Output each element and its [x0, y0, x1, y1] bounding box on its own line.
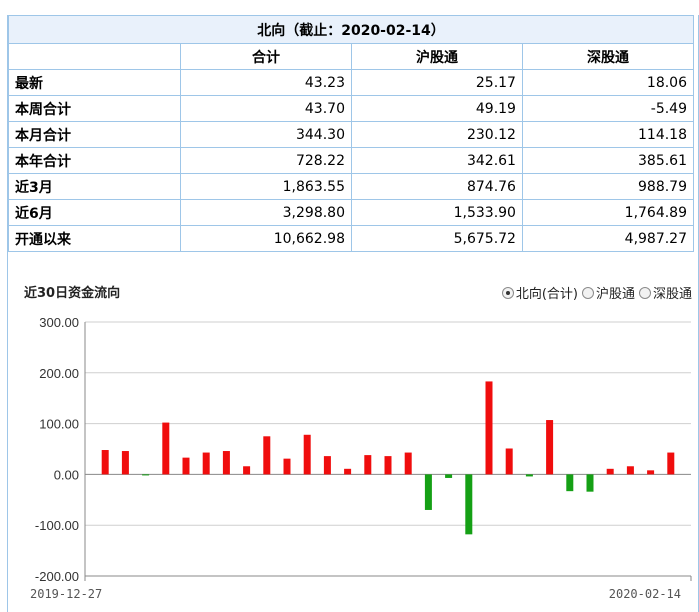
radio-selected-icon[interactable]	[501, 286, 514, 299]
table-row: 近3月 1,863.55 874.76 988.79	[8, 173, 695, 200]
bar	[384, 456, 392, 475]
cell-sh: 342.61	[350, 147, 523, 174]
bar	[162, 422, 170, 475]
x-end-label: 2020-02-14	[609, 587, 681, 601]
radio-label: 北向(合计)	[515, 287, 578, 302]
table-row: 本周合计 43.70 49.19 -5.49	[8, 95, 695, 122]
cell-sz: 988.79	[521, 173, 695, 200]
cell-total: 43.23	[180, 69, 352, 96]
x-start-label: 2019-12-27	[30, 587, 102, 601]
cell-total: 728.22	[180, 147, 352, 174]
header-empty	[8, 43, 181, 70]
header-total: 合计	[180, 43, 352, 70]
y-tick-label: -200.00	[35, 569, 79, 584]
north-flow-table: 北向（截止：2020-02-14） 合计 沪股通 深股通 最新 43.23 25…	[8, 15, 695, 252]
bar	[263, 436, 271, 475]
row-label: 本月合计	[8, 121, 181, 148]
bar	[243, 466, 251, 475]
row-label: 本年合计	[8, 147, 181, 174]
bar	[303, 434, 311, 475]
cell-sz: 4,987.27	[521, 225, 695, 252]
row-label: 近3月	[8, 173, 181, 200]
row-label: 最新	[8, 69, 181, 96]
bar	[586, 474, 594, 492]
bar	[142, 474, 150, 476]
bar	[323, 456, 331, 475]
cell-total: 10,662.98	[180, 225, 352, 252]
bar	[424, 474, 432, 510]
bar	[364, 455, 372, 475]
cell-sz: -5.49	[521, 95, 695, 122]
cell-total: 1,863.55	[180, 173, 352, 200]
table-title: 北向（截止：2020-02-14）	[8, 15, 694, 44]
bar	[222, 451, 230, 475]
bar	[182, 457, 190, 475]
cell-sh: 49.19	[350, 95, 523, 122]
radio-sh[interactable]: 沪股通	[581, 283, 635, 302]
row-label: 本周合计	[8, 95, 181, 122]
cell-sh: 230.12	[350, 121, 523, 148]
cell-sz: 18.06	[521, 69, 695, 96]
chart-title: 近30日资金流向	[24, 286, 121, 301]
cell-sz: 114.18	[521, 121, 695, 148]
table-row: 本年合计 728.22 342.61 385.61	[8, 147, 695, 174]
bar	[445, 474, 453, 478]
table-row: 最新 43.23 25.17 18.06	[8, 69, 695, 96]
bar	[404, 452, 412, 475]
y-tick-label: 200.00	[39, 366, 79, 381]
cell-total: 344.30	[180, 121, 352, 148]
y-tick-label: -100.00	[35, 518, 79, 533]
y-tick-label: 300.00	[39, 315, 79, 330]
bar	[647, 470, 655, 475]
radio-label: 深股通	[652, 287, 692, 302]
cell-total: 3,298.80	[180, 199, 352, 226]
radio-north-total[interactable]: 北向(合计)	[501, 283, 578, 302]
header-sz: 深股通	[521, 43, 695, 70]
table-row: 近6月 3,298.80 1,533.90 1,764.89	[8, 199, 695, 226]
cell-sz: 385.61	[521, 147, 695, 174]
bar	[505, 448, 513, 475]
series-selector: 北向(合计) 沪股通 深股通	[501, 283, 692, 302]
bar	[283, 458, 291, 475]
bar	[626, 466, 634, 475]
bar	[667, 452, 675, 475]
cell-sh: 1,533.90	[350, 199, 523, 226]
bar	[344, 468, 352, 475]
header-sh: 沪股通	[350, 43, 523, 70]
row-label: 开通以来	[8, 225, 181, 252]
cell-sz: 1,764.89	[521, 199, 695, 226]
cell-sh: 25.17	[350, 69, 523, 96]
radio-unselected-icon[interactable]	[638, 286, 651, 299]
radio-label: 沪股通	[595, 287, 635, 302]
bar	[525, 474, 533, 477]
north-flow-panel: 北向（截止：2020-02-14） 合计 沪股通 深股通 最新 43.23 25…	[7, 15, 699, 612]
radio-unselected-icon[interactable]	[581, 286, 594, 299]
flow-bar-chart: 300.00 200.00 100.00 0.00 -100.00 -200.00 2019…	[30, 315, 692, 601]
table-row: 开通以来 10,662.98 5,675.72 4,987.27	[8, 225, 695, 252]
cell-sh: 874.76	[350, 173, 523, 200]
cell-sh: 5,675.72	[350, 225, 523, 252]
row-label: 近6月	[8, 199, 181, 226]
bar	[606, 468, 614, 475]
y-tick-label: 0.00	[54, 467, 79, 482]
bar	[546, 420, 554, 475]
bar	[121, 451, 129, 475]
cell-total: 43.70	[180, 95, 352, 122]
bar	[566, 474, 574, 492]
bar	[101, 450, 109, 475]
table-row: 本月合计 344.30 230.12 114.18	[8, 121, 695, 148]
radio-sz[interactable]: 深股通	[638, 283, 692, 302]
bar	[202, 452, 210, 475]
bar	[485, 381, 493, 475]
y-tick-label: 100.00	[39, 417, 79, 432]
bar	[465, 474, 473, 535]
